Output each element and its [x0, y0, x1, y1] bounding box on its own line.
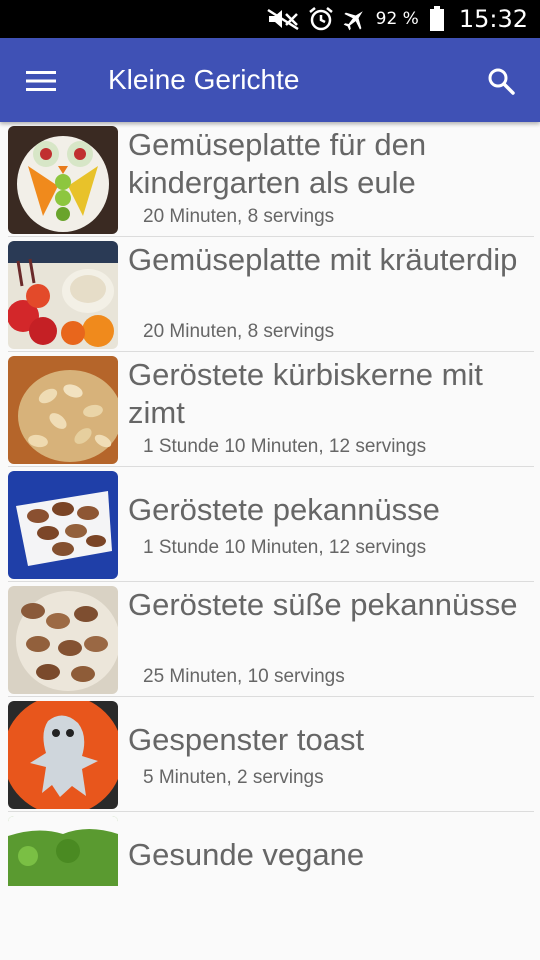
status-icons: 92 % 15:32 [266, 0, 528, 38]
list-item[interactable]: Gesunde vegane [8, 812, 534, 886]
recipe-title: Gemüseplatte für den kindergarten als eu… [128, 127, 427, 200]
search-icon [488, 68, 515, 95]
status-bar: 92 % 15:32 [0, 0, 540, 38]
search-button[interactable] [480, 60, 522, 102]
page-title: Kleine Gerichte [108, 64, 300, 95]
recipe-thumbnail [8, 471, 118, 579]
menu-button[interactable] [20, 60, 62, 102]
list-item[interactable]: Gespenster toast 5 Minuten, 2 servings [8, 697, 534, 812]
airplane-mode-icon [342, 6, 368, 32]
list-item[interactable]: Geröstete kürbiskerne mit zimt 1 Stunde … [8, 352, 534, 467]
recipe-meta: 1 Stunde 10 Minuten, 12 servings [143, 436, 427, 457]
recipe-title: Gesunde vegane [128, 837, 365, 872]
list-item[interactable]: Gemüseplatte für den kindergarten als eu… [8, 122, 534, 237]
hamburger-menu-icon [26, 71, 56, 91]
mute-icon [266, 8, 300, 30]
battery-percent: 92 % [375, 9, 419, 29]
recipe-thumbnail [8, 816, 118, 886]
recipe-meta: 25 Minuten, 10 servings [143, 666, 345, 687]
recipe-thumbnail [8, 701, 118, 809]
clock: 15:32 [458, 5, 528, 33]
recipe-thumbnail [8, 586, 118, 694]
recipe-title: Geröstete kürbiskerne mit zimt [128, 357, 483, 430]
list-item[interactable]: Geröstete süße pekannüsse 25 Minuten, 10… [8, 582, 534, 697]
recipe-meta: 1 Stunde 10 Minuten, 12 servings [143, 537, 427, 558]
recipe-list[interactable]: Gemüseplatte für den kindergarten als eu… [0, 122, 540, 886]
recipe-title: Geröstete pekannüsse [128, 492, 440, 527]
recipe-meta: 5 Minuten, 2 servings [143, 767, 324, 788]
list-item[interactable]: Geröstete pekannüsse 1 Stunde 10 Minuten… [8, 467, 534, 582]
recipe-meta: 20 Minuten, 8 servings [143, 321, 335, 342]
app-bar: Kleine Gerichte [0, 38, 540, 122]
recipe-title: Geröstete süße pekannüsse [128, 587, 518, 622]
recipe-thumbnail [8, 356, 118, 464]
recipe-meta: 20 Minuten, 8 servings [143, 206, 335, 227]
battery-icon [429, 6, 445, 32]
recipe-thumbnail [8, 126, 118, 234]
recipe-thumbnail [8, 241, 118, 349]
alarm-icon [308, 6, 334, 32]
recipe-list-inner: Gemüseplatte für den kindergarten als eu… [0, 122, 540, 886]
recipe-title: Gemüseplatte mit kräuterdip [128, 242, 518, 277]
recipe-title: Gespenster toast [128, 722, 365, 757]
list-item[interactable]: Gemüseplatte mit kräuterdip 20 Minuten, … [8, 237, 534, 352]
